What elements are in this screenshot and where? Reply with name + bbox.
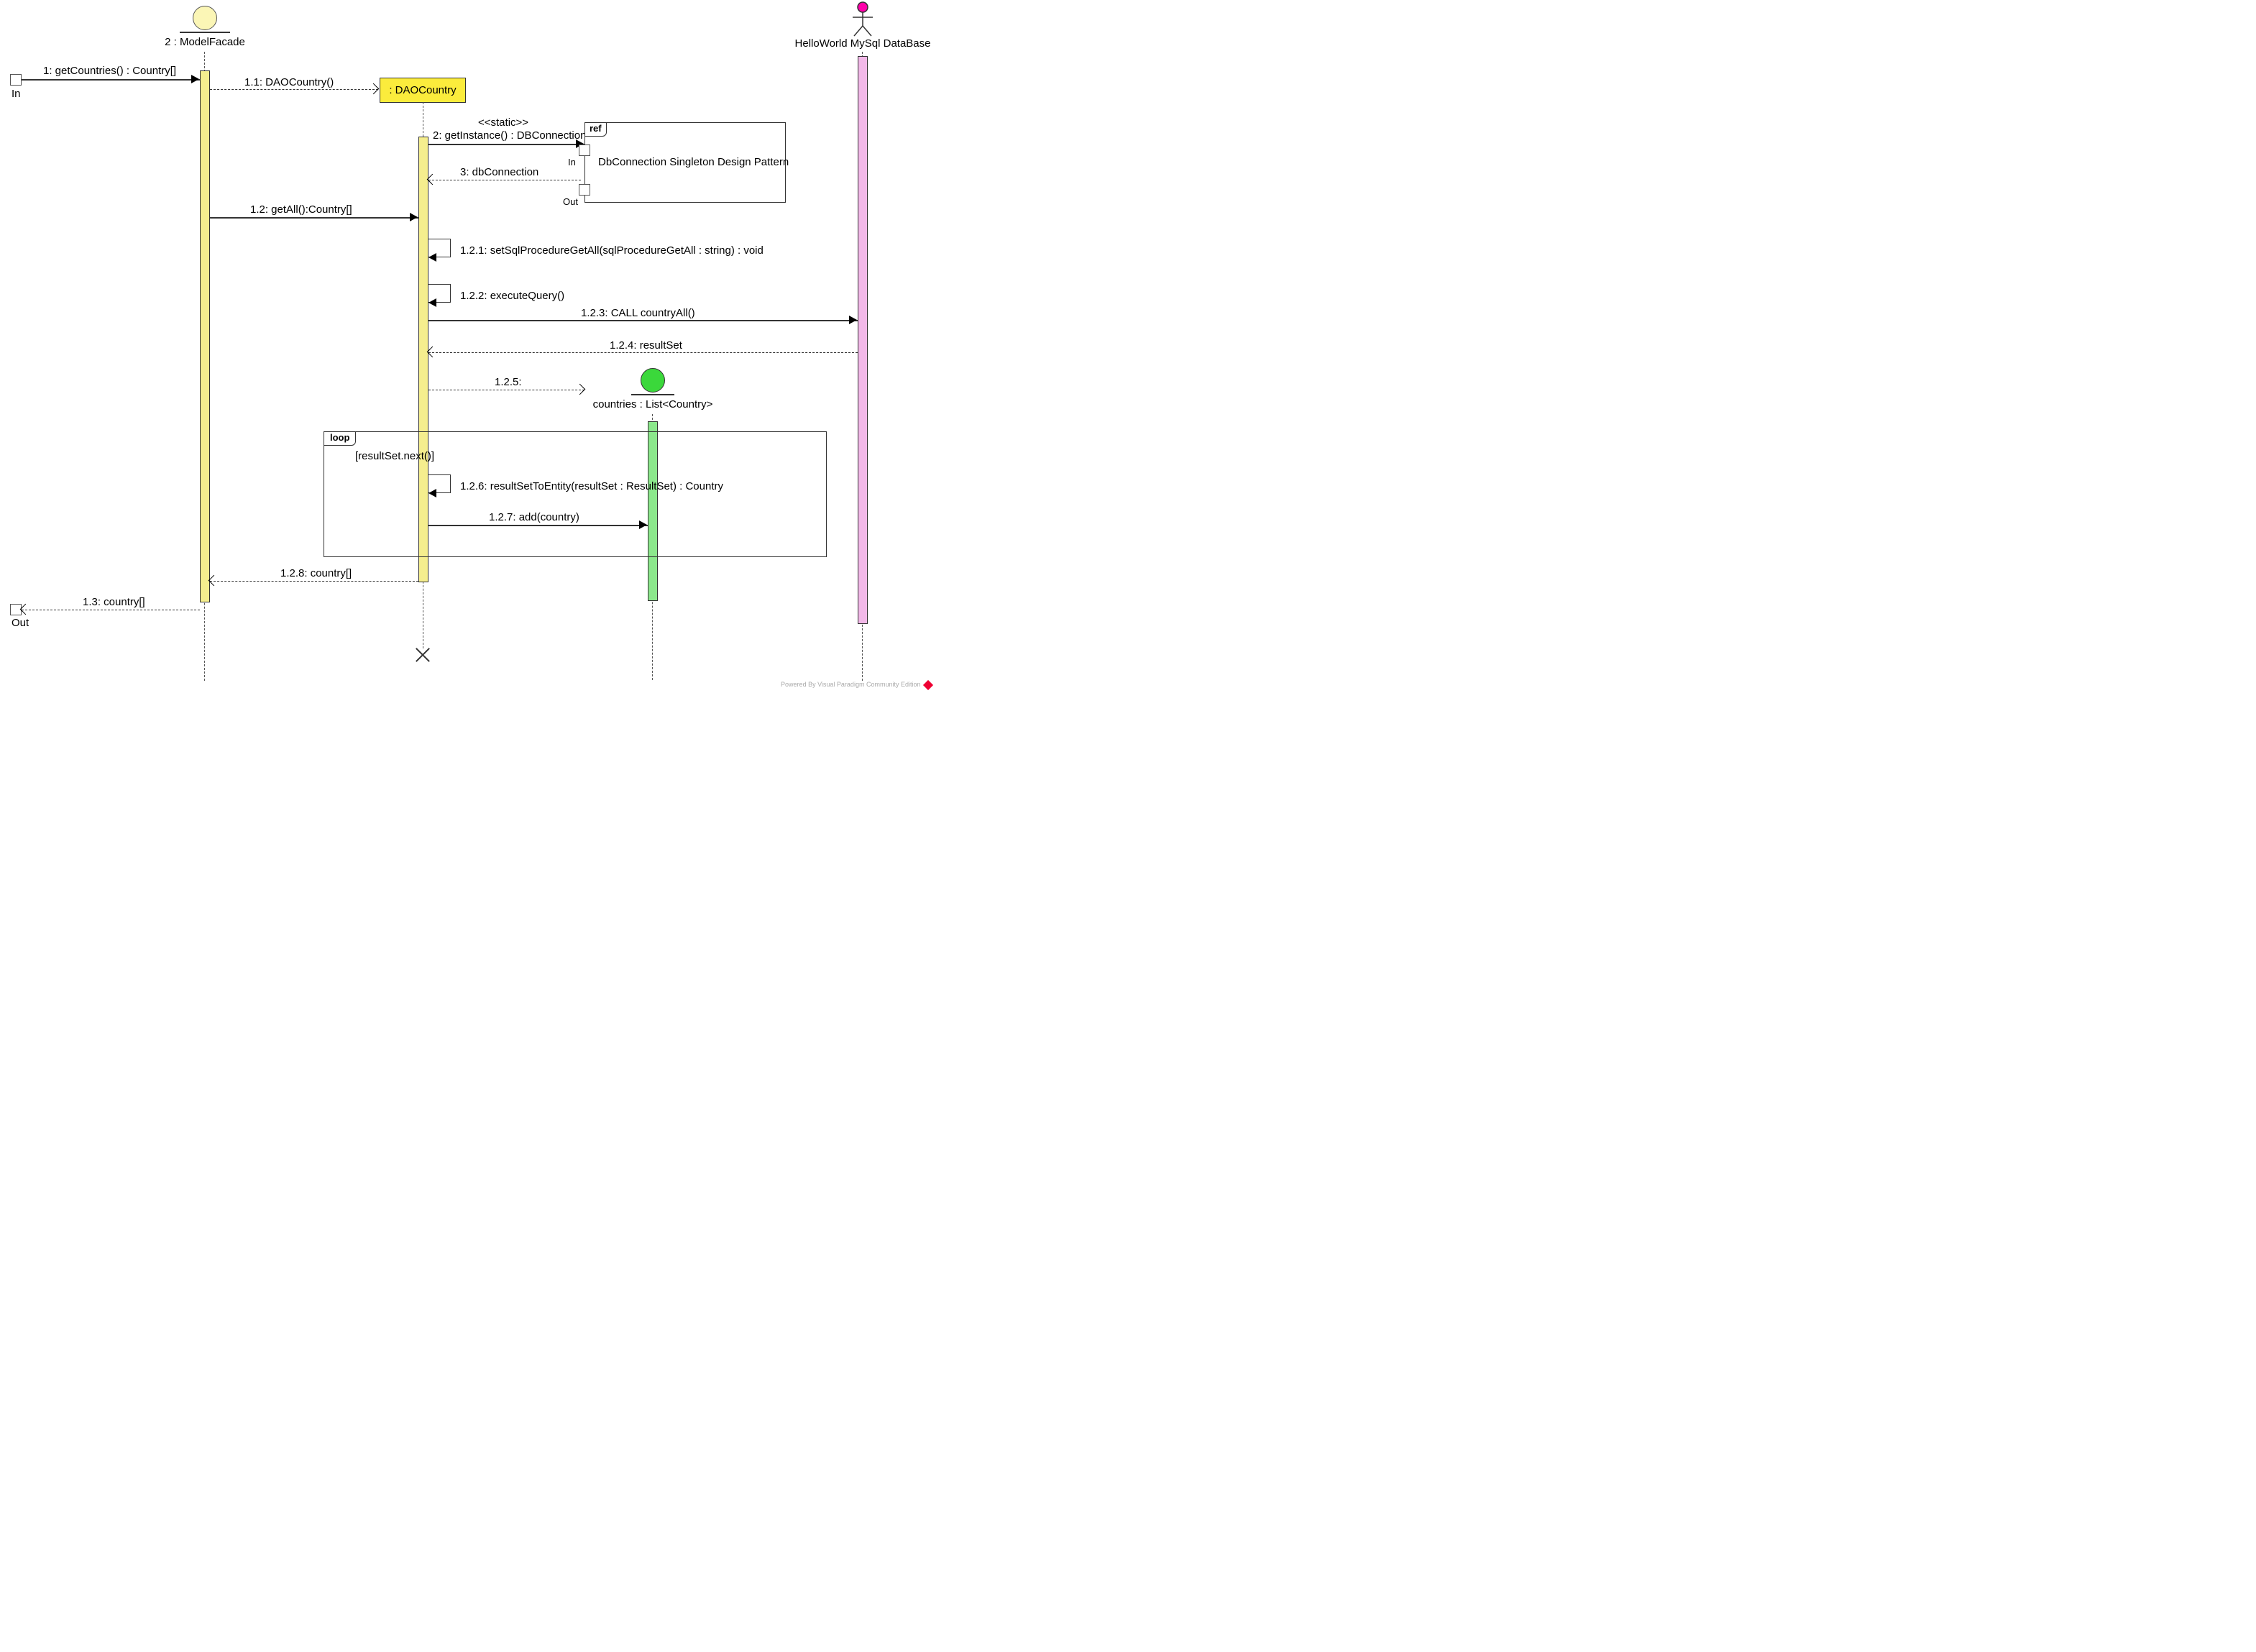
msg-1-2-1-label: 1.2.1: setSqlProcedureGetAll(sqlProcedur… <box>460 244 764 257</box>
msg-1-2-7-label: 1.2.7: add(country) <box>489 511 579 523</box>
participant-daocountry-label: : DAOCountry <box>389 84 456 96</box>
msg-1-line <box>22 79 200 81</box>
entity-icon <box>193 6 217 30</box>
msg-1-2-7-arrow <box>639 520 647 529</box>
activation-modelfacade <box>200 70 210 602</box>
loop-tag: loop <box>324 431 356 446</box>
msg-1-2-arrow <box>410 213 418 221</box>
participant-modelfacade-label: 2 : ModelFacade <box>162 36 248 48</box>
gate-in <box>10 74 22 86</box>
msg-1-2-8-line <box>210 581 418 582</box>
ref-gate-out <box>579 184 590 196</box>
ref-gate-out-label: Out <box>563 196 578 207</box>
msg-1-2-5-arrow <box>574 384 586 395</box>
participant-database-label: HelloWorld MySql DataBase <box>791 37 935 50</box>
gate-in-label: In <box>12 88 21 100</box>
msg-2-line <box>428 144 584 145</box>
msg-1-2-6-label: 1.2.6: resultSetToEntity(resultSet : Res… <box>460 480 723 492</box>
msg-1-1-arrow <box>368 83 380 95</box>
watermark-icon <box>923 680 933 690</box>
entity-icon <box>641 368 665 393</box>
msg-3-label: 3: dbConnection <box>460 166 538 178</box>
msg-3-arrow <box>427 174 439 185</box>
ref-gate-in <box>579 144 590 156</box>
msg-1-label: 1: getCountries() : Country[] <box>43 65 176 77</box>
msg-1-2-4-arrow <box>427 347 439 358</box>
activation-database <box>858 56 868 624</box>
gate-out-label: Out <box>12 617 29 629</box>
msg-1-2-1-arrow <box>428 253 436 262</box>
msg-1-2-3-line <box>428 320 858 321</box>
ref-gate-in-label: In <box>568 157 576 168</box>
msg-1-2-3-arrow <box>849 316 857 324</box>
loop-guard: [resultSet.next()] <box>355 450 434 462</box>
msg-1-1-label: 1.1: DAOCountry() <box>244 76 334 88</box>
msg-1-3-arrow <box>20 604 32 615</box>
watermark-text: Powered By Visual Paradigm Community Edi… <box>781 681 920 688</box>
msg-1-2-line <box>210 217 418 219</box>
participant-countries-label: countries : List<Country> <box>588 398 717 410</box>
msg-1-2-5-label: 1.2.5: <box>495 376 522 388</box>
participant-database: HelloWorld MySql DataBase <box>791 1 935 50</box>
msg-1-3-label: 1.3: country[] <box>83 596 145 608</box>
ref-fragment: ref DbConnection Singleton Design Patter… <box>584 122 786 203</box>
msg-1-2-3-label: 1.2.3: CALL countryAll() <box>581 307 695 319</box>
msg-1-2-label: 1.2: getAll():Country[] <box>250 203 352 216</box>
msg-2-label: 2: getInstance() : DBConnection <box>433 129 586 142</box>
msg-1-2-7-line <box>428 525 648 526</box>
destroy-daocountry <box>415 647 431 663</box>
ref-text: DbConnection Singleton Design Pattern <box>598 156 789 168</box>
msg-1-1-line <box>210 89 378 90</box>
participant-countries: countries : List<Country> <box>588 368 717 410</box>
watermark: Powered By Visual Paradigm Community Edi… <box>781 681 932 689</box>
msg-1-2-4-line <box>428 352 858 353</box>
ref-tag: ref <box>584 122 607 137</box>
msg-1-2-2-label: 1.2.2: executeQuery() <box>460 290 564 302</box>
msg-2-stereotype: <<static>> <box>478 116 528 129</box>
msg-1-2-6-arrow <box>428 489 436 497</box>
participant-modelfacade: 2 : ModelFacade <box>162 6 248 48</box>
msg-1-arrow <box>191 75 199 83</box>
msg-1-2-8-arrow <box>208 575 220 587</box>
msg-1-2-2-arrow <box>428 298 436 307</box>
msg-1-2-4-label: 1.2.4: resultSet <box>610 339 682 352</box>
participant-daocountry: : DAOCountry <box>380 78 466 103</box>
msg-1-2-8-label: 1.2.8: country[] <box>280 567 352 579</box>
actor-icon <box>848 1 877 37</box>
